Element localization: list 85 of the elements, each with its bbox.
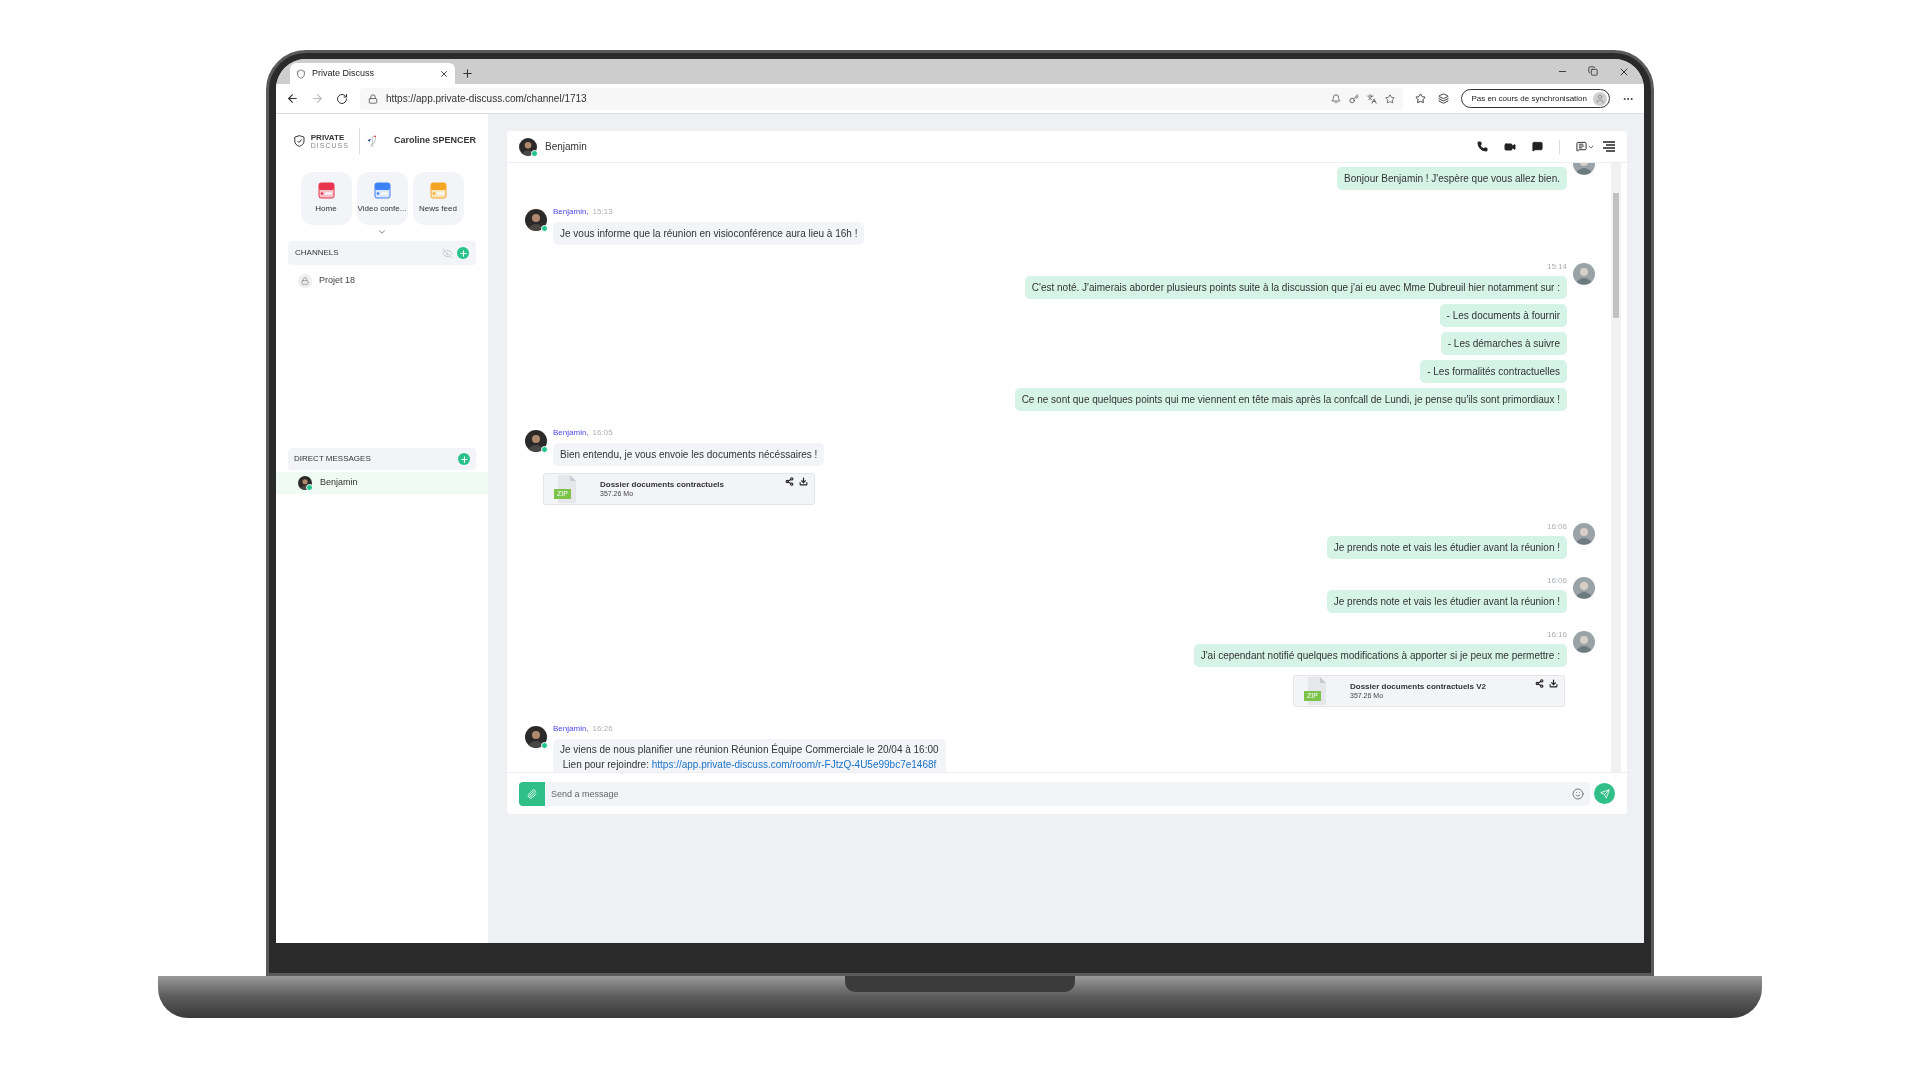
avatar xyxy=(1573,577,1595,599)
section-title: CHANNELS xyxy=(295,247,340,259)
meeting-link[interactable]: https://app.private-discuss.com/room/r-FJtzQ-4U5e99bc7e1468f xyxy=(651,759,937,770)
file-name: Dossier documents contractuels xyxy=(600,479,725,490)
message-time: 15:14 xyxy=(1546,261,1567,273)
collections-icon[interactable] xyxy=(1438,93,1450,104)
author-name[interactable]: Benjamin, xyxy=(553,723,589,735)
restore-icon[interactable] xyxy=(1588,65,1598,76)
nav-tile[interactable]: Video confe... xyxy=(356,172,408,225)
message-bubble: - Les documents à fournir xyxy=(1439,304,1567,327)
message-bubble: - Les démarches à suivre xyxy=(1440,332,1567,355)
user-name[interactable]: Caroline SPENCER xyxy=(393,134,476,148)
message-bubble: J'ai cependant notifié quelques modifications à apporter si je peux me permettre : xyxy=(1193,644,1567,667)
message-time: 16:05 xyxy=(592,427,613,439)
home-icon xyxy=(317,182,335,199)
section-title: DIRECT MESSAGES xyxy=(294,453,372,465)
lock-icon xyxy=(298,274,312,288)
channel-name: Projet 18 xyxy=(319,274,356,288)
send-icon xyxy=(1599,788,1610,799)
author-name[interactable]: Benjamin, xyxy=(553,206,589,218)
avatar xyxy=(1573,523,1595,545)
avatar xyxy=(519,137,537,156)
lock-icon xyxy=(368,93,378,104)
message-time: 16:06 xyxy=(1546,575,1567,587)
author-name[interactable]: Benjamin, xyxy=(553,427,589,439)
scrollbar[interactable] xyxy=(1611,163,1621,772)
key-icon[interactable] xyxy=(1349,93,1360,104)
paperclip-icon xyxy=(527,788,537,799)
message-text: Lien pour rejoindre: https://app.private-discuss.com/room/r-FJtzQ-4U5e99bc7e1468f xyxy=(561,758,938,772)
notification-icon[interactable] xyxy=(1331,93,1342,104)
translate-icon[interactable] xyxy=(1367,93,1378,104)
file-name: Dossier documents contractuels V2 xyxy=(1350,681,1487,692)
phone-icon[interactable] xyxy=(1477,141,1488,152)
back-icon[interactable] xyxy=(286,92,299,105)
news-icon xyxy=(429,182,447,199)
chevron-down-icon[interactable] xyxy=(377,227,387,237)
contact-name: Benjamin xyxy=(545,140,588,154)
contact-item[interactable]: Benjamin xyxy=(276,472,488,494)
message-field[interactable]: Send a message xyxy=(545,781,1590,806)
video-call-icon xyxy=(373,182,391,199)
message-time: 16:26 xyxy=(592,723,613,735)
share-icon[interactable] xyxy=(785,477,794,486)
url-field[interactable]: https://app.private-discuss.com/channel/1713 xyxy=(360,87,1404,110)
message-time: 16:06 xyxy=(1546,521,1567,533)
shield-logo-icon xyxy=(294,133,305,149)
share-icon[interactable] xyxy=(1535,679,1544,688)
avatar xyxy=(525,430,547,452)
brand-name: PRIVATE xyxy=(310,133,346,142)
message-bubble: Bien entendu, je vous envoie les documents nécéssaires ! xyxy=(553,443,825,466)
message-icon xyxy=(1576,141,1587,152)
nav-tile[interactable]: News feed xyxy=(412,172,464,225)
menu-icon[interactable] xyxy=(1603,141,1615,152)
avatar xyxy=(1573,263,1595,285)
message-bubble: C'est noté. J'aimerais aborder plusieurs points suite à la discussion que j'ai eu avec Mme Dubreuil hier notamment sur : xyxy=(1024,276,1567,299)
nav-tile[interactable]: Home xyxy=(300,172,352,225)
message-bubble: Bonjour Benjamin ! J'espère que vous allez bien. xyxy=(1337,167,1567,190)
url-text: https://app.private-discuss.com/channel/1713 xyxy=(386,92,588,106)
message-bubble: - Les formalités contractuelles xyxy=(1420,360,1567,383)
message-bubble: Je prends note et vais les étudier avant la réunion ! xyxy=(1326,590,1567,613)
avatar xyxy=(525,209,547,231)
chat-icon[interactable] xyxy=(1532,141,1543,152)
profile-icon xyxy=(1595,93,1605,104)
download-icon[interactable] xyxy=(799,477,808,486)
message-bubble: Ce ne sont que quelques points qui me viennent en tête mais après la confcall de Lundi, je pense qu'ils sont primordiaux ! xyxy=(1014,388,1567,411)
messages-dropdown[interactable] xyxy=(1576,141,1595,152)
browser-tab[interactable]: Private Discuss xyxy=(290,63,455,84)
contact-name: Benjamin xyxy=(320,476,358,490)
favorites-icon[interactable] xyxy=(1415,93,1427,104)
message-text: Je viens de nous planifier une réunion Réunion Équipe Commerciale le 20/04 à 16:00 xyxy=(560,742,939,757)
message-bubble: Je vous informe que la réunion en visioconférence aura lieu à 16h ! xyxy=(553,222,865,245)
shield-icon xyxy=(296,68,306,79)
download-icon[interactable] xyxy=(1549,679,1558,688)
star-icon[interactable] xyxy=(1385,93,1396,104)
avatar xyxy=(1573,631,1595,653)
reload-icon[interactable] xyxy=(336,92,348,105)
video-icon[interactable] xyxy=(1504,140,1516,153)
new-tab-icon[interactable] xyxy=(461,67,474,80)
close-icon[interactable] xyxy=(439,68,449,79)
message-time: 16:16 xyxy=(1546,629,1567,641)
tab-title: Private Discuss xyxy=(312,66,375,80)
avatar xyxy=(525,726,547,748)
emoji-icon[interactable] xyxy=(1572,787,1584,800)
channel-item[interactable]: Projet 18 xyxy=(288,270,476,292)
message-bubble: Je prends note et vais les étudier avant la réunion ! xyxy=(1326,536,1567,559)
message-time: 15:13 xyxy=(592,206,613,218)
